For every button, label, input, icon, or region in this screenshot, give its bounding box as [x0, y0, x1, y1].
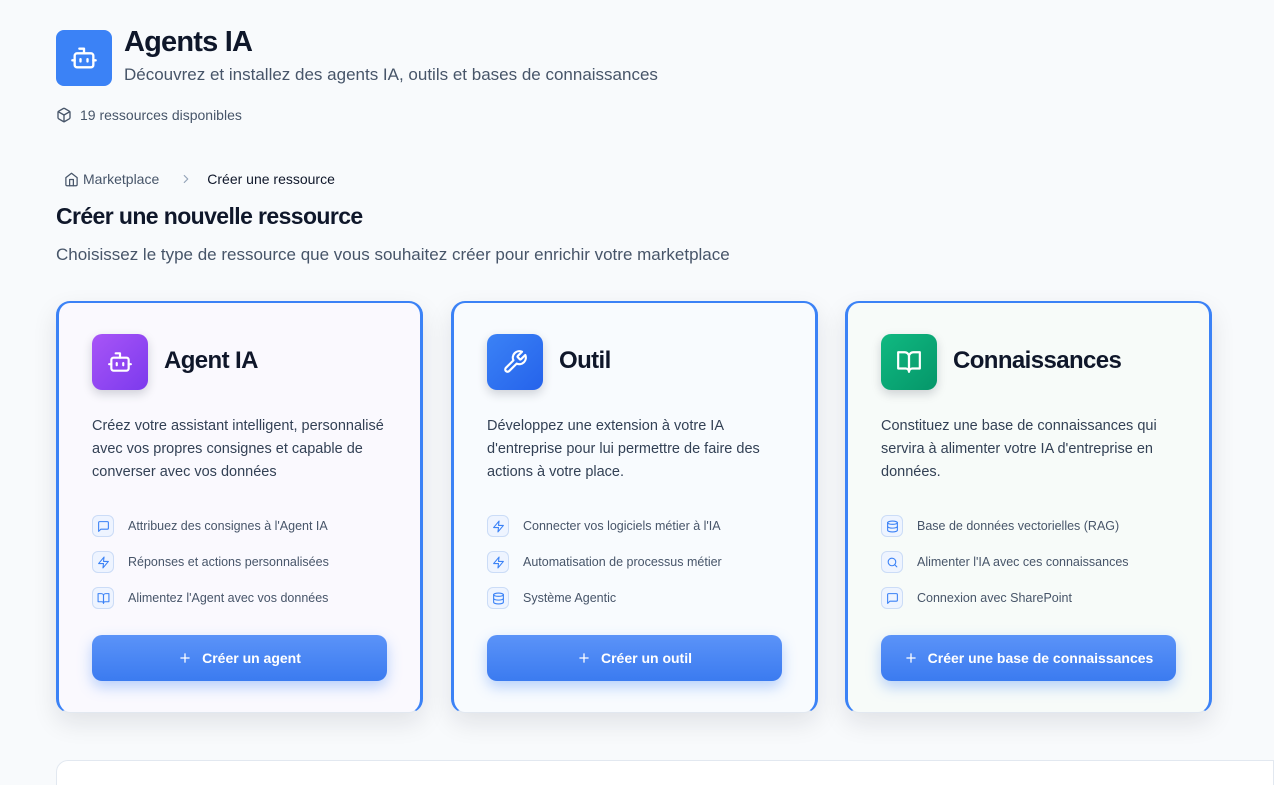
- resource-count-label: 19 ressources disponibles: [80, 107, 242, 123]
- wrench-icon: [504, 350, 527, 373]
- card-description: Créez votre assistant intelligent, perso…: [92, 418, 384, 480]
- feature-item: Attribuez des consignes à l'Agent IA: [92, 508, 329, 544]
- feature-label: Connexion avec SharePoint: [917, 591, 1072, 605]
- feature-item: Alimenter l'IA avec ces connaissances: [881, 544, 1129, 580]
- bot-icon: [108, 352, 132, 372]
- create-agent-button-label: Créer un agent: [202, 650, 301, 666]
- feature-list: Attribuez des consignes à l'Agent IA Rép…: [92, 508, 329, 616]
- zap-icon: [487, 515, 509, 537]
- page-subtitle: Choisissez le type de ressource que vous…: [56, 245, 730, 264]
- feature-item: Alimentez l'Agent avec vos données: [92, 580, 329, 616]
- card-agent[interactable]: Agent IA Créez votre assistant intellige…: [56, 301, 423, 713]
- breadcrumb-current: Créer une ressource: [207, 171, 335, 187]
- feature-label: Système Agentic: [523, 591, 617, 605]
- search-icon: [881, 551, 903, 573]
- feature-label: Alimenter l'IA avec ces connaissances: [917, 555, 1129, 569]
- package-icon: [57, 107, 71, 123]
- feature-list: Base de données vectorielles (RAG) Alime…: [881, 508, 1129, 616]
- feature-label: Connecter vos logiciels métier à l'IA: [523, 519, 721, 533]
- feature-item: Système Agentic: [487, 580, 722, 616]
- page-title: Créer une nouvelle ressource: [56, 203, 363, 229]
- database-icon: [487, 587, 509, 609]
- create-agent-button[interactable]: Créer un agent: [92, 635, 387, 681]
- feature-item: Automatisation de processus métier: [487, 544, 722, 580]
- message-square-icon: [92, 515, 114, 537]
- card-title: Connaissances: [953, 347, 1122, 374]
- plus-icon: [905, 653, 916, 663]
- book-open-icon: [92, 587, 114, 609]
- feature-item: Réponses et actions personnalisées: [92, 544, 329, 580]
- app-subtitle: Découvrez et installez des agents IA, ou…: [124, 65, 658, 84]
- resource-count: 19 ressources disponibles: [56, 107, 242, 123]
- breadcrumb-home-link[interactable]: Marketplace: [64, 171, 159, 187]
- card-outil-icon-tile: [487, 334, 543, 390]
- home-icon: [65, 172, 78, 186]
- breadcrumb: Marketplace Créer une ressource: [64, 171, 335, 187]
- feature-label: Automatisation de processus métier: [523, 555, 722, 569]
- app-title: Agents IA: [124, 26, 253, 58]
- bot-icon: [71, 47, 97, 69]
- message-square-icon: [881, 587, 903, 609]
- feature-label: Alimentez l'Agent avec vos données: [128, 591, 329, 605]
- feature-label: Réponses et actions personnalisées: [128, 555, 329, 569]
- zap-icon: [92, 551, 114, 573]
- app-logo: [56, 30, 112, 86]
- create-knowledge-base-button[interactable]: Créer une base de connaissances: [881, 635, 1176, 681]
- bottom-panel: [56, 760, 1274, 785]
- breadcrumb-home-label: Marketplace: [83, 171, 160, 187]
- chevron-right-icon: [179, 172, 193, 186]
- create-tool-button-label: Créer un outil: [600, 650, 692, 666]
- feature-label: Base de données vectorielles (RAG): [917, 519, 1120, 533]
- feature-item: Connexion avec SharePoint: [881, 580, 1129, 616]
- feature-item: Base de données vectorielles (RAG): [881, 508, 1129, 544]
- feature-label: Attribuez des consignes à l'Agent IA: [128, 519, 328, 533]
- card-connaissances-icon-tile: [881, 334, 937, 390]
- card-description: Développez une extension à votre IA d'en…: [487, 418, 760, 480]
- database-icon: [881, 515, 903, 537]
- card-title: Outil: [559, 347, 611, 374]
- card-connaissances[interactable]: Connaissances Constituez une base de con…: [845, 301, 1212, 713]
- plus-icon: [579, 653, 589, 663]
- card-title: Agent IA: [164, 347, 258, 374]
- feature-item: Connecter vos logiciels métier à l'IA: [487, 508, 722, 544]
- zap-icon: [487, 551, 509, 573]
- book-open-icon: [897, 351, 921, 373]
- card-outil[interactable]: Outil Développez une extension à votre I…: [451, 301, 818, 713]
- create-tool-button[interactable]: Créer un outil: [487, 635, 782, 681]
- plus-icon: [180, 653, 190, 663]
- create-knowledge-base-button-label: Créer une base de connaissances: [927, 650, 1154, 666]
- feature-list: Connecter vos logiciels métier à l'IA Au…: [487, 508, 722, 616]
- card-description: Constituez une base de connaissances qui…: [881, 418, 1157, 480]
- card-agent-icon-tile: [92, 334, 148, 390]
